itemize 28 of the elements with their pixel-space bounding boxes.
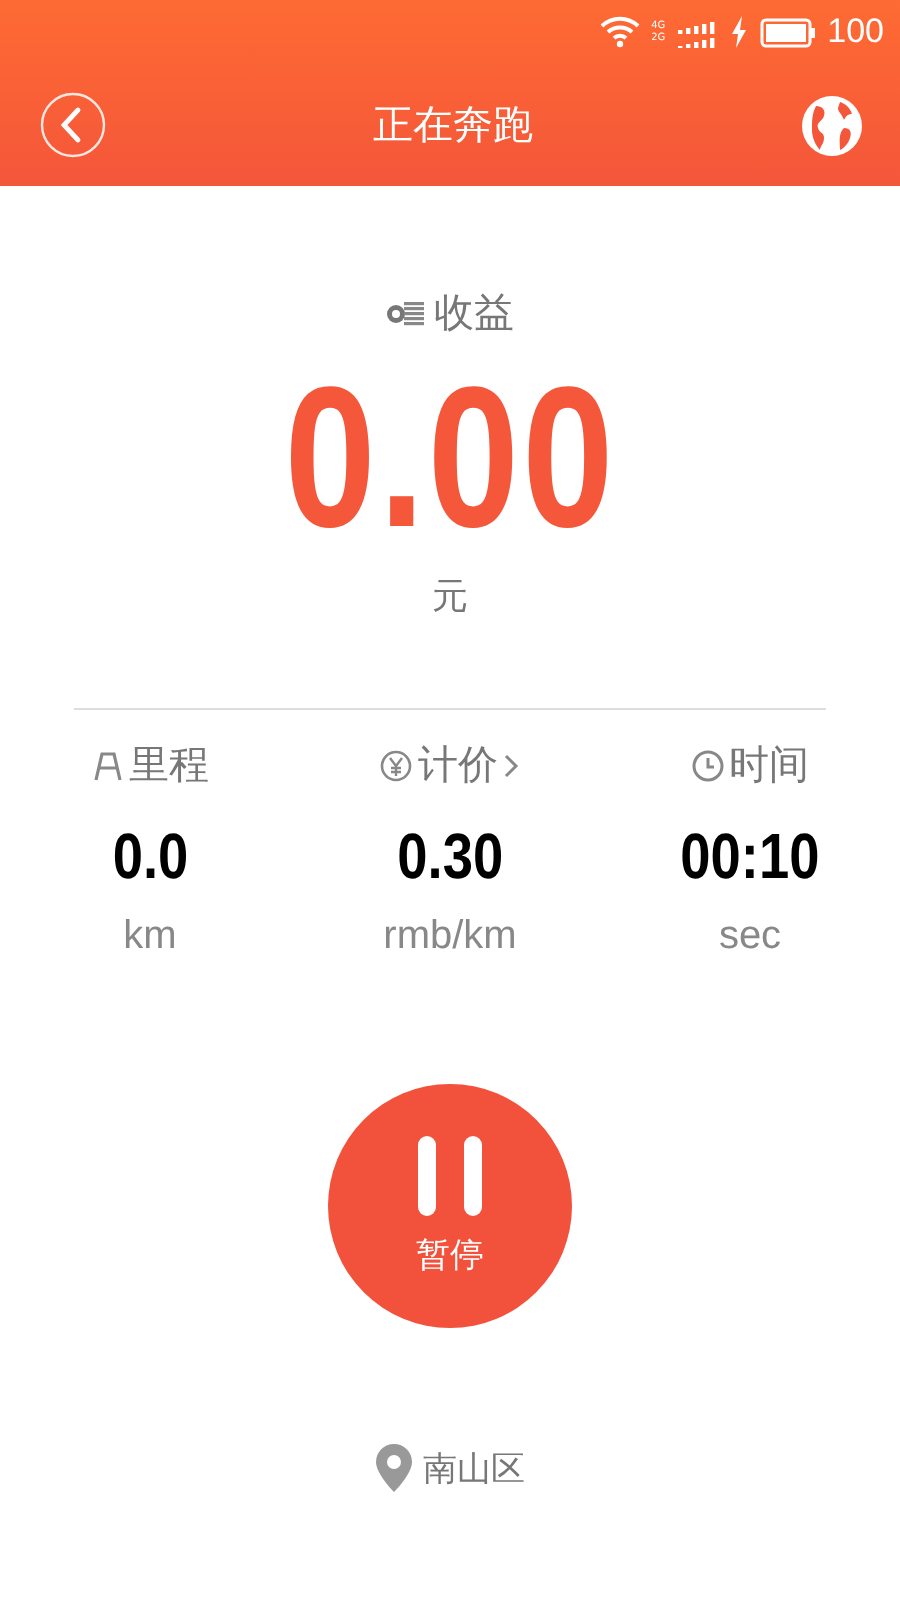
earnings-unit: 元 bbox=[432, 574, 468, 620]
stat-value: 00:10 bbox=[680, 820, 820, 894]
stat-unit: sec bbox=[718, 914, 782, 960]
signal-icon bbox=[677, 16, 718, 48]
battery-icon bbox=[759, 17, 816, 47]
location-pin-icon bbox=[375, 1444, 411, 1492]
location-text: 南山区 bbox=[423, 1447, 525, 1491]
stat-unit: km bbox=[123, 914, 177, 960]
pause-icon bbox=[414, 1135, 486, 1215]
charging-icon bbox=[729, 16, 748, 48]
chevron-icon[interactable] bbox=[504, 751, 520, 779]
stat-label: 计价 bbox=[418, 738, 498, 792]
stat-value: 0.0 bbox=[112, 820, 188, 894]
clock-icon bbox=[691, 749, 723, 781]
globe-icon[interactable] bbox=[800, 93, 864, 157]
stat-label: 时间 bbox=[729, 738, 809, 792]
page-title: 正在奔跑 bbox=[373, 98, 533, 152]
stat-unit: rmb/km bbox=[383, 914, 517, 960]
battery-level: 100 bbox=[827, 12, 884, 52]
coins-icon bbox=[386, 300, 426, 326]
earnings-label: 收益 bbox=[434, 286, 514, 340]
pause-button[interactable]: 暂停 bbox=[328, 1084, 572, 1328]
stat-label: 里程 bbox=[129, 738, 209, 792]
earnings-value: 0.00 bbox=[283, 348, 617, 568]
wifi-icon bbox=[599, 16, 640, 48]
yuan-icon bbox=[380, 749, 412, 781]
stat-value: 0.30 bbox=[397, 820, 503, 894]
back-icon[interactable] bbox=[40, 92, 106, 158]
